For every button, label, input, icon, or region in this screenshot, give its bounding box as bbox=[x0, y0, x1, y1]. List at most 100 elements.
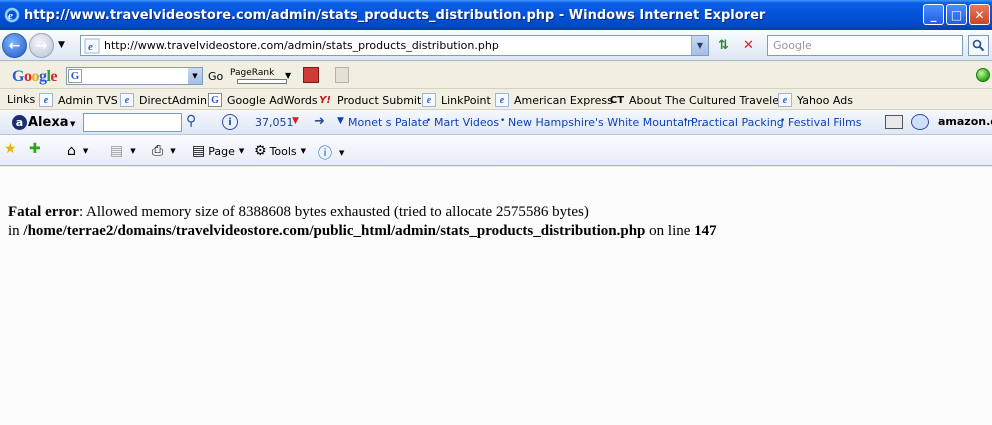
status-indicator-icon bbox=[976, 68, 990, 82]
alexa-dropdown-icon[interactable]: ▼ bbox=[70, 120, 75, 128]
command-bar: ★ ✚ ⌂ ▼ ▤ ▼ ⎙ ▼ ▤ Page ▼ ⚙ Tools ▼ ⓘ ▼ bbox=[0, 135, 992, 166]
svg-text:e: e bbox=[88, 41, 93, 53]
alexa-link-practical-packing[interactable]: Practical Packing bbox=[691, 116, 784, 129]
rss-icon: ▤ bbox=[110, 143, 124, 159]
alexa-link-mart-videos[interactable]: Mart Videos bbox=[434, 116, 499, 129]
window-controls: _ □ ✕ bbox=[923, 4, 990, 25]
google-go-button[interactable]: Go bbox=[208, 70, 223, 83]
stop-icon: ✕ bbox=[743, 38, 754, 53]
alexa-toolbar: a Alexa ▼ ⚲ i 37,051 ▼ ➜ ▼ Monet s Palate… bbox=[0, 110, 992, 135]
pagerank-indicator: PageRank bbox=[230, 68, 287, 84]
links-label: Links bbox=[7, 93, 36, 106]
refresh-icon: ⇅ bbox=[718, 38, 729, 53]
address-dropdown-icon[interactable]: ▼ bbox=[691, 36, 708, 55]
link-admin-tvs[interactable]: e Admin TVS bbox=[39, 93, 118, 107]
alexa-link-festival-films[interactable]: Festival Films bbox=[788, 116, 861, 129]
search-button[interactable] bbox=[968, 35, 989, 56]
address-url[interactable]: http://www.travelvideostore.com/admin/st… bbox=[104, 39, 499, 52]
error-line-1: Fatal error: Allowed memory size of 8388… bbox=[8, 204, 589, 221]
google-icon: G bbox=[208, 93, 222, 107]
window-title: http://www.travelvideostore.com/admin/st… bbox=[24, 7, 766, 23]
link-directadmin[interactable]: e DirectAdmin bbox=[120, 93, 207, 107]
google-search-input[interactable]: G ▼ bbox=[66, 67, 203, 85]
link-cultured-traveler[interactable]: CT About The Cultured Traveler bbox=[609, 93, 784, 107]
error-file-path: /home/terrae2/domains/travelvideostore.c… bbox=[23, 223, 646, 239]
alexa-link-new-hampshire[interactable]: New Hampshire's White Mountain... bbox=[508, 116, 704, 129]
error-line-number: 147 bbox=[694, 223, 717, 239]
notes-icon[interactable] bbox=[335, 67, 349, 83]
minimize-button[interactable]: _ bbox=[923, 4, 944, 25]
link-linkpoint[interactable]: e LinkPoint bbox=[422, 93, 491, 107]
back-button[interactable]: ← bbox=[2, 33, 27, 58]
help-button[interactable]: ⓘ ▼ bbox=[318, 143, 344, 163]
printer-icon: ⎙ bbox=[152, 143, 164, 159]
add-favorites-icon[interactable]: ✚ bbox=[29, 141, 44, 157]
alexa-link-monet[interactable]: Monet s Palate bbox=[348, 116, 429, 129]
ie-page-icon: e bbox=[120, 93, 134, 107]
alexa-search-input[interactable] bbox=[83, 113, 182, 132]
forward-button[interactable]: → bbox=[29, 33, 54, 58]
globe-icon[interactable] bbox=[911, 114, 929, 130]
link-google-adwords[interactable]: G Google AdWords bbox=[208, 93, 318, 107]
home-icon: ⌂ bbox=[67, 143, 76, 159]
bullet-icon: • bbox=[500, 116, 506, 126]
chevron-down-icon: ▼ bbox=[238, 147, 245, 155]
tools-menu-button[interactable]: ⚙ Tools ▼ bbox=[254, 143, 306, 159]
link-product-submit[interactable]: Y! Product Submit bbox=[318, 93, 421, 107]
pagerank-bar bbox=[237, 79, 287, 84]
google-search-dropdown-icon[interactable]: ▼ bbox=[188, 68, 202, 84]
alexa-a-icon: a bbox=[12, 115, 27, 130]
title-bar: e http://www.travelvideostore.com/admin/… bbox=[0, 0, 992, 30]
favorites-star-icon[interactable]: ★ bbox=[4, 141, 20, 157]
gear-icon: ⚙ bbox=[254, 143, 267, 159]
ct-news-icon: CT bbox=[609, 94, 625, 106]
alexa-go-icon[interactable]: ➜ bbox=[314, 114, 325, 129]
close-button[interactable]: ✕ bbox=[969, 4, 990, 25]
home-button[interactable]: ⌂ ▼ bbox=[67, 143, 88, 159]
pagerank-label: PageRank bbox=[230, 68, 275, 78]
error-message: : Allowed memory size of 8388608 bytes e… bbox=[78, 204, 589, 220]
chevron-down-icon: ▼ bbox=[82, 147, 89, 155]
forward-arrow-icon: → bbox=[35, 37, 48, 54]
links-bar: Links e Admin TVS e DirectAdmin G Google Ad… bbox=[0, 89, 992, 110]
ie-page-icon: e bbox=[39, 93, 53, 107]
page-content: Fatal error: Allowed memory size of 8388… bbox=[0, 167, 992, 425]
address-toolbar: ← → ▼ e http://www.travelvideostore.com/… bbox=[0, 30, 992, 61]
popup-blocker-icon[interactable] bbox=[303, 67, 319, 83]
rank-down-arrow-icon: ▼ bbox=[292, 116, 299, 126]
chevron-down-icon: ▼ bbox=[130, 147, 136, 155]
ie-page-icon: e bbox=[495, 93, 509, 107]
bullet-icon: • bbox=[683, 116, 689, 126]
help-icon: ⓘ bbox=[318, 146, 332, 162]
print-button[interactable]: ⎙ ▼ bbox=[152, 143, 176, 159]
bullet-icon: • bbox=[780, 116, 786, 126]
alexa-search-icon[interactable]: ⚲ bbox=[186, 113, 196, 129]
error-line-2: in /home/terrae2/domains/travelvideostor… bbox=[8, 223, 717, 239]
error-label: Fatal error bbox=[8, 204, 79, 220]
chevron-down-icon: ▼ bbox=[300, 147, 307, 155]
pagerank-dropdown-icon[interactable]: ▼ bbox=[285, 71, 291, 80]
maximize-button[interactable]: □ bbox=[946, 4, 967, 25]
alexa-logo[interactable]: a Alexa bbox=[12, 115, 69, 130]
address-field[interactable]: e http://www.travelvideostore.com/admin/… bbox=[80, 35, 709, 56]
chevron-down-icon: ▼ bbox=[170, 147, 176, 155]
chevron-down-icon: ▼ bbox=[339, 149, 345, 157]
amazon-logo[interactable]: amazon.com bbox=[938, 115, 992, 128]
link-american-express[interactable]: e American Express bbox=[495, 93, 613, 107]
page-menu-button[interactable]: ▤ Page ▼ bbox=[192, 143, 244, 159]
magnifier-icon bbox=[972, 39, 985, 52]
alexa-rank: 37,051 bbox=[255, 116, 294, 129]
svg-text:e: e bbox=[8, 10, 13, 22]
stop-button[interactable]: ✕ bbox=[738, 35, 759, 56]
google-g-icon: G bbox=[68, 69, 82, 83]
mail-icon[interactable] bbox=[885, 115, 903, 129]
ie-page-icon: e bbox=[778, 93, 792, 107]
refresh-button[interactable]: ⇅ bbox=[713, 35, 734, 56]
link-yahoo-ads[interactable]: e Yahoo Ads bbox=[778, 93, 853, 107]
bullet-icon: ▼ bbox=[337, 116, 344, 126]
history-dropdown-icon[interactable]: ▼ bbox=[58, 40, 65, 50]
google-logo[interactable]: Google bbox=[12, 68, 57, 86]
alexa-info-icon[interactable]: i bbox=[222, 114, 238, 130]
feeds-button[interactable]: ▤ ▼ bbox=[110, 143, 136, 159]
search-input[interactable]: Google bbox=[767, 35, 963, 56]
